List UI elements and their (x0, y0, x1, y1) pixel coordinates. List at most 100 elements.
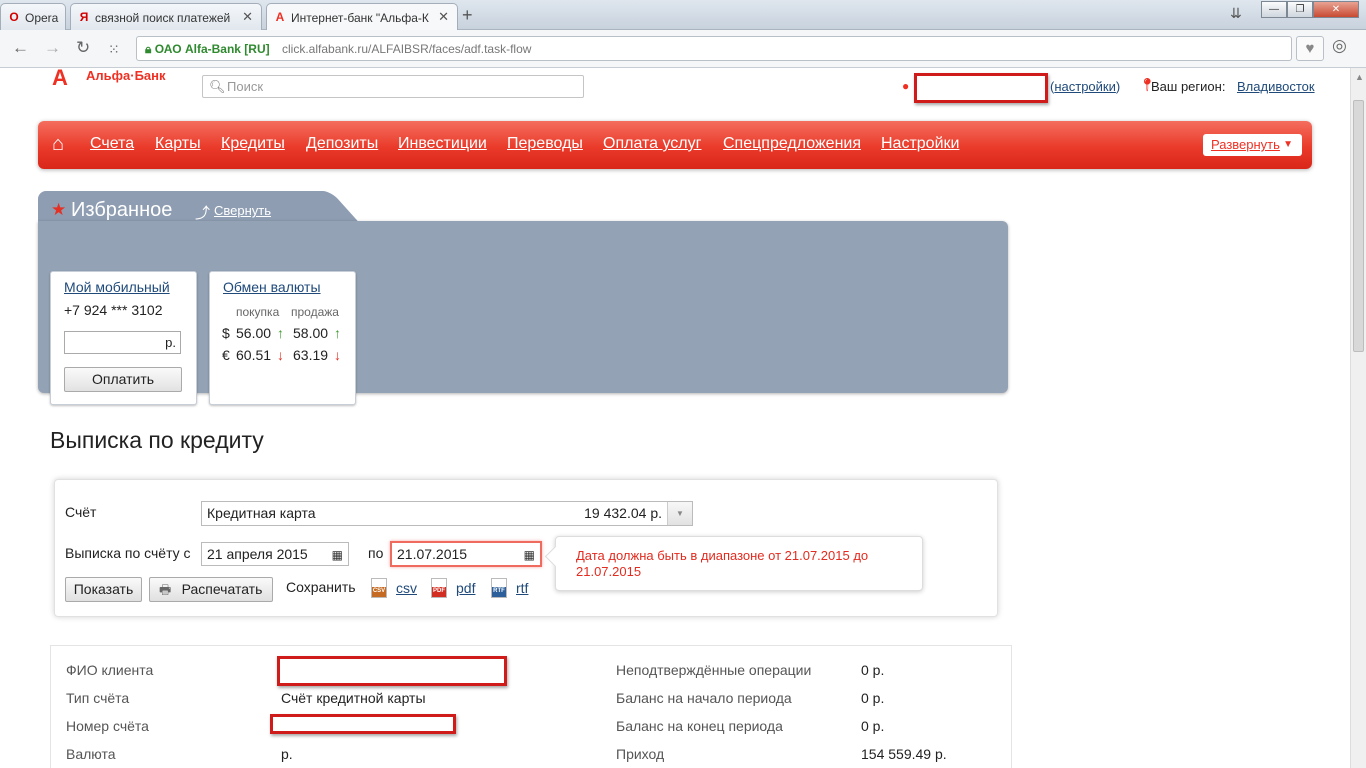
close-tab-icon[interactable]: ✕ (438, 9, 449, 25)
collapse-icon[interactable]: ⤴ (195, 202, 210, 223)
page-scrollbar[interactable]: ▲ (1350, 68, 1366, 768)
tab-yandex[interactable]: Я связной поиск платежей ✕ (70, 3, 262, 30)
expand-dropdown[interactable]: Развернуть ▼ (1203, 134, 1302, 156)
address-bar[interactable]: 🔒︎ ОАО Alfa-Bank [RU] click.alfabank.ru/… (136, 36, 1292, 61)
nav-investments[interactable]: Инвестиции (398, 135, 487, 153)
forward-icon[interactable]: → (44, 39, 61, 57)
collapse-link[interactable]: Свернуть (214, 203, 271, 218)
redacted-account-number (270, 714, 456, 734)
pending-ops-value: 0 р. (861, 662, 885, 678)
date-from-input[interactable]: 21 апреля 2015 ▦ (201, 542, 349, 566)
favorites-body: Мой мобильный +7 924 *** 3102 р. Оплатит… (38, 221, 1008, 405)
browser-menu-icon[interactable]: ◎ (1332, 36, 1347, 56)
minimize-button[interactable]: — (1261, 1, 1287, 18)
account-label: Счёт (65, 504, 97, 520)
yandex-icon: Я (79, 10, 89, 24)
arrow-up-icon: ↑ (334, 325, 341, 341)
new-tab-button[interactable]: + (462, 6, 473, 24)
main-navigation: ⌂ Счета Карты Кредиты Депозиты Инвестици… (38, 121, 1312, 169)
account-balance: 19 432.04 р. (584, 505, 662, 521)
mobile-card-title[interactable]: Мой мобильный (64, 279, 170, 295)
tab-title: Opera (25, 11, 59, 25)
print-button[interactable]: 🖶︎ Распечатать (149, 577, 273, 602)
nav-deposits[interactable]: Депозиты (306, 135, 378, 153)
income-label: Приход (616, 746, 665, 762)
favorites-panel: Мой мобильный +7 924 *** 3102 р. Оплатит… (38, 191, 1008, 405)
user-icon: ● (902, 79, 910, 93)
pdf-file-icon[interactable]: PDF (431, 578, 447, 598)
back-icon[interactable]: ← (12, 39, 29, 57)
client-name-label: ФИО клиента (66, 662, 154, 678)
account-select[interactable]: Кредитная карта 19 432.04 р. ▼ (201, 501, 693, 526)
search-icon: 🔍︎ (209, 79, 226, 94)
mobile-payment-card: Мой мобильный +7 924 *** 3102 р. Оплатит… (50, 271, 197, 405)
show-button[interactable]: Показать (65, 577, 142, 602)
close-window-button[interactable]: ✕ (1313, 1, 1359, 18)
home-icon[interactable]: ⌂ (52, 134, 72, 154)
nav-accounts[interactable]: Счета (90, 135, 134, 153)
nav-special-offers[interactable]: Спецпредложения (723, 135, 861, 153)
search-input[interactable]: 🔍︎ Поиск (202, 75, 584, 98)
logo-text: Альфа·Банк (86, 69, 166, 83)
calendar-icon[interactable]: ▦ (524, 544, 535, 566)
pay-button[interactable]: Оплатить (64, 367, 182, 392)
speed-dial-icon[interactable]: ⁙ (108, 40, 120, 58)
tab-alfabank[interactable]: A Интернет-банк "Альфа-К ✕ (266, 3, 458, 31)
page-title: Выписка по кредиту (50, 427, 264, 453)
statement-form: Счёт Кредитная карта 19 432.04 р. ▼ Выпи… (54, 479, 998, 617)
nav-transfers[interactable]: Переводы (507, 135, 583, 153)
nav-settings[interactable]: Настройки (881, 135, 959, 153)
nav-cards[interactable]: Карты (155, 135, 201, 153)
csv-file-icon[interactable]: CSV (371, 578, 387, 598)
opera-icon: O (9, 10, 19, 24)
region-label: Ваш регион: (1151, 79, 1226, 94)
phone-number: +7 924 *** 3102 (64, 302, 163, 318)
user-settings-link[interactable]: (настройки) (1050, 79, 1120, 94)
dropdown-arrow-icon[interactable]: ▼ (667, 502, 692, 525)
closing-balance-label: Баланс на конец периода (616, 718, 783, 734)
rtf-link[interactable]: rtf (516, 580, 528, 596)
rtf-file-icon[interactable]: RTF (491, 578, 507, 598)
dropdown-arrow-icon: ▼ (1283, 139, 1293, 150)
tab-menu-icon[interactable]: ⇊ (1230, 5, 1242, 22)
nav-credits[interactable]: Кредиты (221, 135, 285, 153)
sell-rate: 58.00 (293, 325, 329, 341)
secure-label-text: ОАО Alfa-Bank [RU] (154, 42, 270, 56)
heart-icon[interactable]: ♥ (1296, 36, 1324, 61)
rate-row-eur: € 60.51 ↓ 63.19 ↓ (222, 347, 341, 363)
account-number-label: Номер счёта (66, 718, 149, 734)
arrow-up-icon: ↑ (277, 325, 284, 341)
search-placeholder: Поиск (227, 79, 264, 94)
secure-connection-label[interactable]: 🔒︎ ОАО Alfa-Bank [RU] (145, 42, 270, 57)
buy-rate: 56.00 (236, 325, 272, 341)
calendar-icon[interactable]: ▦ (332, 544, 343, 566)
scrollbar-thumb[interactable] (1353, 100, 1364, 352)
payment-amount-input[interactable]: р. (64, 331, 181, 354)
pdf-link[interactable]: pdf (456, 580, 475, 596)
account-type-label: Тип счёта (66, 690, 130, 706)
currency-exchange-card: Обмен валюты покупка продажа $ 56.00 ↑ 5… (209, 271, 356, 405)
maximize-button[interactable]: ❐ (1287, 1, 1313, 18)
logo-a-icon: А (52, 69, 68, 90)
browser-nav-bar: ← → ↻ ⁙ 🔒︎ ОАО Alfa-Bank [RU] click.alfa… (0, 30, 1366, 68)
nav-payments[interactable]: Оплата услуг (603, 135, 701, 153)
exchange-card-title[interactable]: Обмен валюты (223, 279, 321, 295)
date-to-input[interactable]: 21.07.2015 ▦ (390, 541, 542, 567)
account-info-table: ФИО клиента Тип счёта Счёт кредитной кар… (50, 645, 1012, 768)
reload-icon[interactable]: ↻ (76, 39, 90, 57)
close-tab-icon[interactable]: ✕ (242, 9, 253, 25)
currency-value: р. (281, 746, 293, 762)
tab-opera[interactable]: O Opera (0, 3, 66, 30)
tab-title: Интернет-банк "Альфа-К (291, 11, 429, 25)
tab-title: связной поиск платежей (95, 11, 231, 25)
redacted-username (914, 73, 1048, 103)
page-content: А Альфа·Банк 🔍︎ Поиск ● (настройки) 📍︎ В… (0, 69, 1350, 768)
csv-link[interactable]: csv (396, 580, 417, 596)
to-label: по (368, 545, 384, 561)
url-text: click.alfabank.ru/ALFAIBSR/faces/adf.tas… (282, 42, 532, 56)
scroll-up-icon[interactable]: ▲ (1355, 72, 1364, 82)
region-link[interactable]: Владивосток (1237, 79, 1315, 94)
settings-link-text[interactable]: настройки (1054, 79, 1116, 94)
closing-balance-value: 0 р. (861, 718, 885, 734)
error-text: Дата должна быть в диапазоне от 21.07.20… (576, 548, 869, 579)
